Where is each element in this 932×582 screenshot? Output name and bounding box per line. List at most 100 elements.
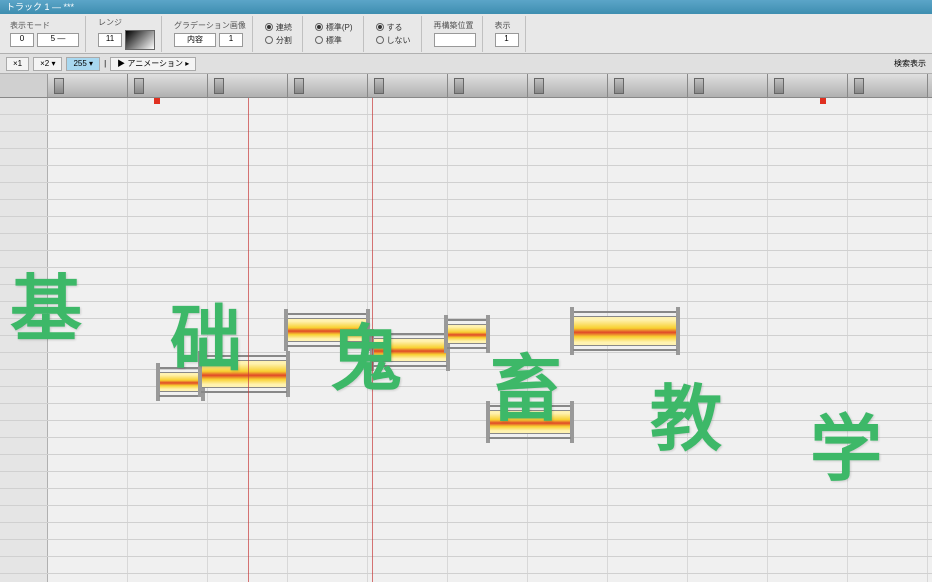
grid-cell[interactable] <box>128 557 208 573</box>
grid-cell[interactable] <box>368 132 448 148</box>
radio-std[interactable] <box>315 36 323 44</box>
grid-cell[interactable] <box>848 489 928 505</box>
grid-cell[interactable] <box>368 166 448 182</box>
grid-cell[interactable] <box>128 234 208 250</box>
zoom-2x-button[interactable]: ×2 ▾ <box>33 57 62 71</box>
input-gradimg-2[interactable]: 1 <box>219 33 243 47</box>
grid-cell[interactable] <box>528 115 608 131</box>
grid-cell[interactable] <box>848 523 928 539</box>
grid-cell[interactable] <box>528 472 608 488</box>
grid-cell[interactable] <box>528 251 608 267</box>
audio-clip[interactable] <box>158 372 203 392</box>
grid-cell[interactable] <box>368 217 448 233</box>
grid-cell[interactable] <box>448 251 528 267</box>
grid-cell[interactable] <box>288 217 368 233</box>
grid-cell[interactable] <box>768 183 848 199</box>
grid-cell[interactable] <box>768 506 848 522</box>
grid-cell[interactable] <box>288 200 368 216</box>
grid-cell[interactable] <box>48 200 128 216</box>
zoom-1x-button[interactable]: ×1 <box>6 57 29 71</box>
grid-cell[interactable] <box>128 183 208 199</box>
grid-cell[interactable] <box>688 404 768 420</box>
grid-cell[interactable] <box>48 387 128 403</box>
grid-cell[interactable] <box>688 200 768 216</box>
grid-cell[interactable] <box>688 234 768 250</box>
grid-cell[interactable] <box>528 370 608 386</box>
audio-clip[interactable] <box>446 324 488 344</box>
grid-cell[interactable] <box>848 268 928 284</box>
grid-cell[interactable] <box>288 472 368 488</box>
grid-cell[interactable] <box>128 404 208 420</box>
grid-cell[interactable] <box>448 472 528 488</box>
grid-cell[interactable] <box>128 200 208 216</box>
grid-cell[interactable] <box>288 149 368 165</box>
grid-cell[interactable] <box>528 557 608 573</box>
grid-cell[interactable] <box>688 489 768 505</box>
grid-cell[interactable] <box>528 98 608 114</box>
grid-cell[interactable] <box>528 540 608 556</box>
grid-cell[interactable] <box>848 472 928 488</box>
input-rebuild[interactable] <box>434 33 476 47</box>
grid-cell[interactable] <box>848 98 928 114</box>
grid-cell[interactable] <box>688 183 768 199</box>
zoom-255-button[interactable]: 255 ▾ <box>66 57 100 71</box>
track-header-cell[interactable] <box>448 74 528 97</box>
grid-cell[interactable] <box>768 387 848 403</box>
grid-cell[interactable] <box>608 455 688 471</box>
grid-cell[interactable] <box>848 353 928 369</box>
grid-cell[interactable] <box>48 115 128 131</box>
grid-cell[interactable] <box>128 523 208 539</box>
grid-cell[interactable] <box>768 421 848 437</box>
grid-cell[interactable] <box>848 506 928 522</box>
grid-cell[interactable] <box>608 523 688 539</box>
grid-cell[interactable] <box>448 98 528 114</box>
grid-cell[interactable] <box>768 319 848 335</box>
grid-cell[interactable] <box>48 557 128 573</box>
grid-cell[interactable] <box>48 336 128 352</box>
grid-cell[interactable] <box>528 387 608 403</box>
grid-cell[interactable] <box>848 115 928 131</box>
grid-cell[interactable] <box>48 404 128 420</box>
grid-cell[interactable] <box>128 285 208 301</box>
grid-cell[interactable] <box>128 489 208 505</box>
grid-cell[interactable] <box>48 132 128 148</box>
grid-cell[interactable] <box>528 217 608 233</box>
grid-cell[interactable] <box>688 523 768 539</box>
grid-cell[interactable] <box>448 149 528 165</box>
marker[interactable] <box>154 98 160 104</box>
grid-cell[interactable] <box>528 285 608 301</box>
grid-cell[interactable] <box>48 268 128 284</box>
grid-cell[interactable] <box>848 455 928 471</box>
grid-cell[interactable] <box>128 455 208 471</box>
grid-cell[interactable] <box>608 540 688 556</box>
grid-cell[interactable] <box>768 557 848 573</box>
grid-cell[interactable] <box>448 523 528 539</box>
grid-cell[interactable] <box>768 115 848 131</box>
grid-cell[interactable] <box>368 200 448 216</box>
grid-cell[interactable] <box>128 302 208 318</box>
grid-cell[interactable] <box>848 404 928 420</box>
grid-cell[interactable] <box>848 285 928 301</box>
grid-cell[interactable] <box>608 489 688 505</box>
grid-cell[interactable] <box>368 285 448 301</box>
grid-cell[interactable] <box>768 370 848 386</box>
grid-cell[interactable] <box>368 98 448 114</box>
grid-cell[interactable] <box>448 268 528 284</box>
grid-cell[interactable] <box>288 166 368 182</box>
grid-cell[interactable] <box>528 574 608 582</box>
grid-cell[interactable] <box>768 166 848 182</box>
grid-cell[interactable] <box>848 302 928 318</box>
grid-cell[interactable] <box>128 421 208 437</box>
grid-cell[interactable] <box>608 217 688 233</box>
grid-cell[interactable] <box>368 506 448 522</box>
grid-cell[interactable] <box>288 302 368 318</box>
grid-cell[interactable] <box>608 387 688 403</box>
clip-handle-left[interactable] <box>284 309 288 351</box>
grid-cell[interactable] <box>128 166 208 182</box>
grid-cell[interactable] <box>368 438 448 454</box>
grid-cell[interactable] <box>608 115 688 131</box>
grid-cell[interactable] <box>608 234 688 250</box>
grid-cell[interactable] <box>768 217 848 233</box>
grid-cell[interactable] <box>768 489 848 505</box>
grid-cell[interactable] <box>688 251 768 267</box>
